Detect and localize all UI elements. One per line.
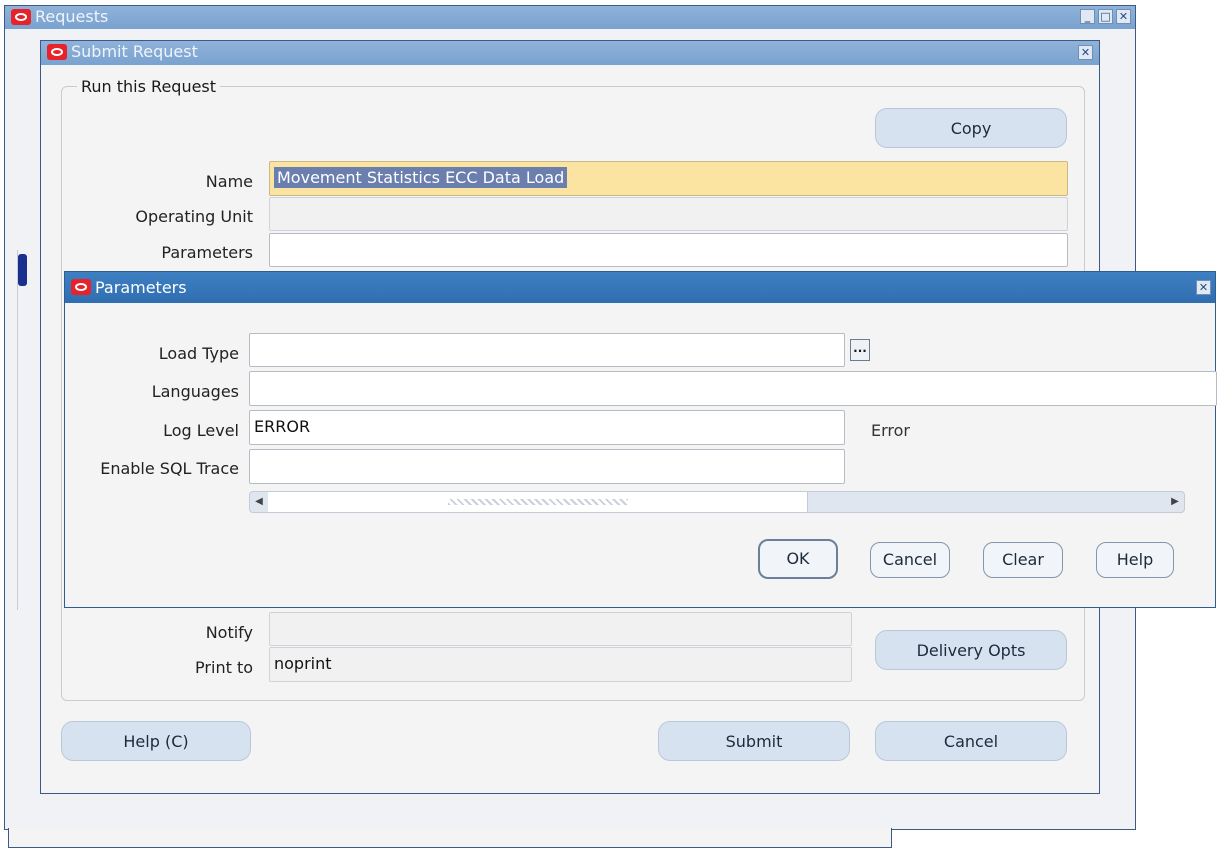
parameters-field[interactable] [269, 233, 1068, 267]
horizontal-scrollbar[interactable]: ◀ ▶ [249, 491, 1185, 513]
requests-titlebar: Requests _ □ ✕ [5, 6, 1135, 29]
parameters-titlebar: Parameters ✕ [65, 272, 1215, 303]
sql-trace-field[interactable] [249, 449, 845, 484]
params-help-button[interactable]: Help [1096, 542, 1174, 578]
requests-title: Requests [35, 7, 109, 26]
operating-unit-label: Operating Unit [135, 207, 253, 226]
lov-ellipsis-icon[interactable]: ... [850, 339, 870, 361]
clear-button[interactable]: Clear [983, 542, 1063, 578]
minimize-icon[interactable]: _ [1080, 9, 1095, 24]
parameters-label: Parameters [161, 243, 253, 262]
notify-label: Notify [205, 623, 253, 642]
log-level-label: Log Level [163, 421, 239, 440]
name-field[interactable]: Movement Statistics ECC Data Load [269, 161, 1068, 196]
cancel-button[interactable]: Cancel [875, 721, 1067, 761]
close-icon[interactable]: ✕ [1078, 45, 1093, 60]
languages-label: Languages [151, 382, 239, 401]
load-type-label: Load Type [158, 344, 239, 363]
ok-button-label: OK [786, 549, 810, 568]
oracle-logo-icon [47, 44, 67, 60]
submit-request-titlebar: Submit Request ✕ [41, 41, 1099, 65]
underlying-window-edge [8, 828, 892, 848]
scrollbar-thumb[interactable] [268, 492, 808, 512]
copy-button[interactable]: Copy [875, 108, 1067, 148]
scroll-left-icon[interactable]: ◀ [250, 492, 268, 512]
help-c-button[interactable]: Help (C) [61, 721, 251, 761]
name-label: Name [205, 172, 253, 191]
submit-request-title: Submit Request [71, 42, 198, 61]
log-level-description: Error [871, 421, 910, 440]
requests-left-grid [17, 250, 39, 610]
close-icon[interactable]: ✕ [1116, 9, 1131, 24]
log-level-field[interactable]: ERROR [249, 410, 845, 445]
requests-row-selector[interactable] [18, 254, 27, 286]
sql-trace-label: Enable SQL Trace [100, 459, 239, 478]
delivery-opts-button[interactable]: Delivery Opts [875, 630, 1067, 670]
run-request-legend: Run this Request [77, 77, 221, 96]
name-field-selection: Movement Statistics ECC Data Load [274, 167, 568, 188]
print-to-label: Print to [195, 658, 253, 677]
languages-field[interactable] [249, 371, 1217, 406]
oracle-logo-icon [71, 279, 91, 295]
submit-button[interactable]: Submit [658, 721, 850, 761]
parameters-title: Parameters [95, 278, 187, 297]
close-icon[interactable]: ✕ [1196, 280, 1211, 295]
parameters-window: Parameters ✕ Load Type ... Languages Log… [64, 271, 1217, 608]
params-cancel-button[interactable]: Cancel [870, 542, 950, 578]
scroll-right-icon[interactable]: ▶ [1166, 492, 1184, 512]
load-type-field[interactable] [249, 333, 845, 367]
ok-button[interactable]: OK [758, 539, 838, 579]
maximize-icon[interactable]: □ [1098, 9, 1113, 24]
oracle-logo-icon [11, 9, 31, 25]
scrollbar-grip [448, 499, 628, 505]
operating-unit-field[interactable] [269, 197, 1068, 231]
print-to-field[interactable]: noprint [269, 647, 852, 682]
notify-field[interactable] [269, 612, 852, 646]
